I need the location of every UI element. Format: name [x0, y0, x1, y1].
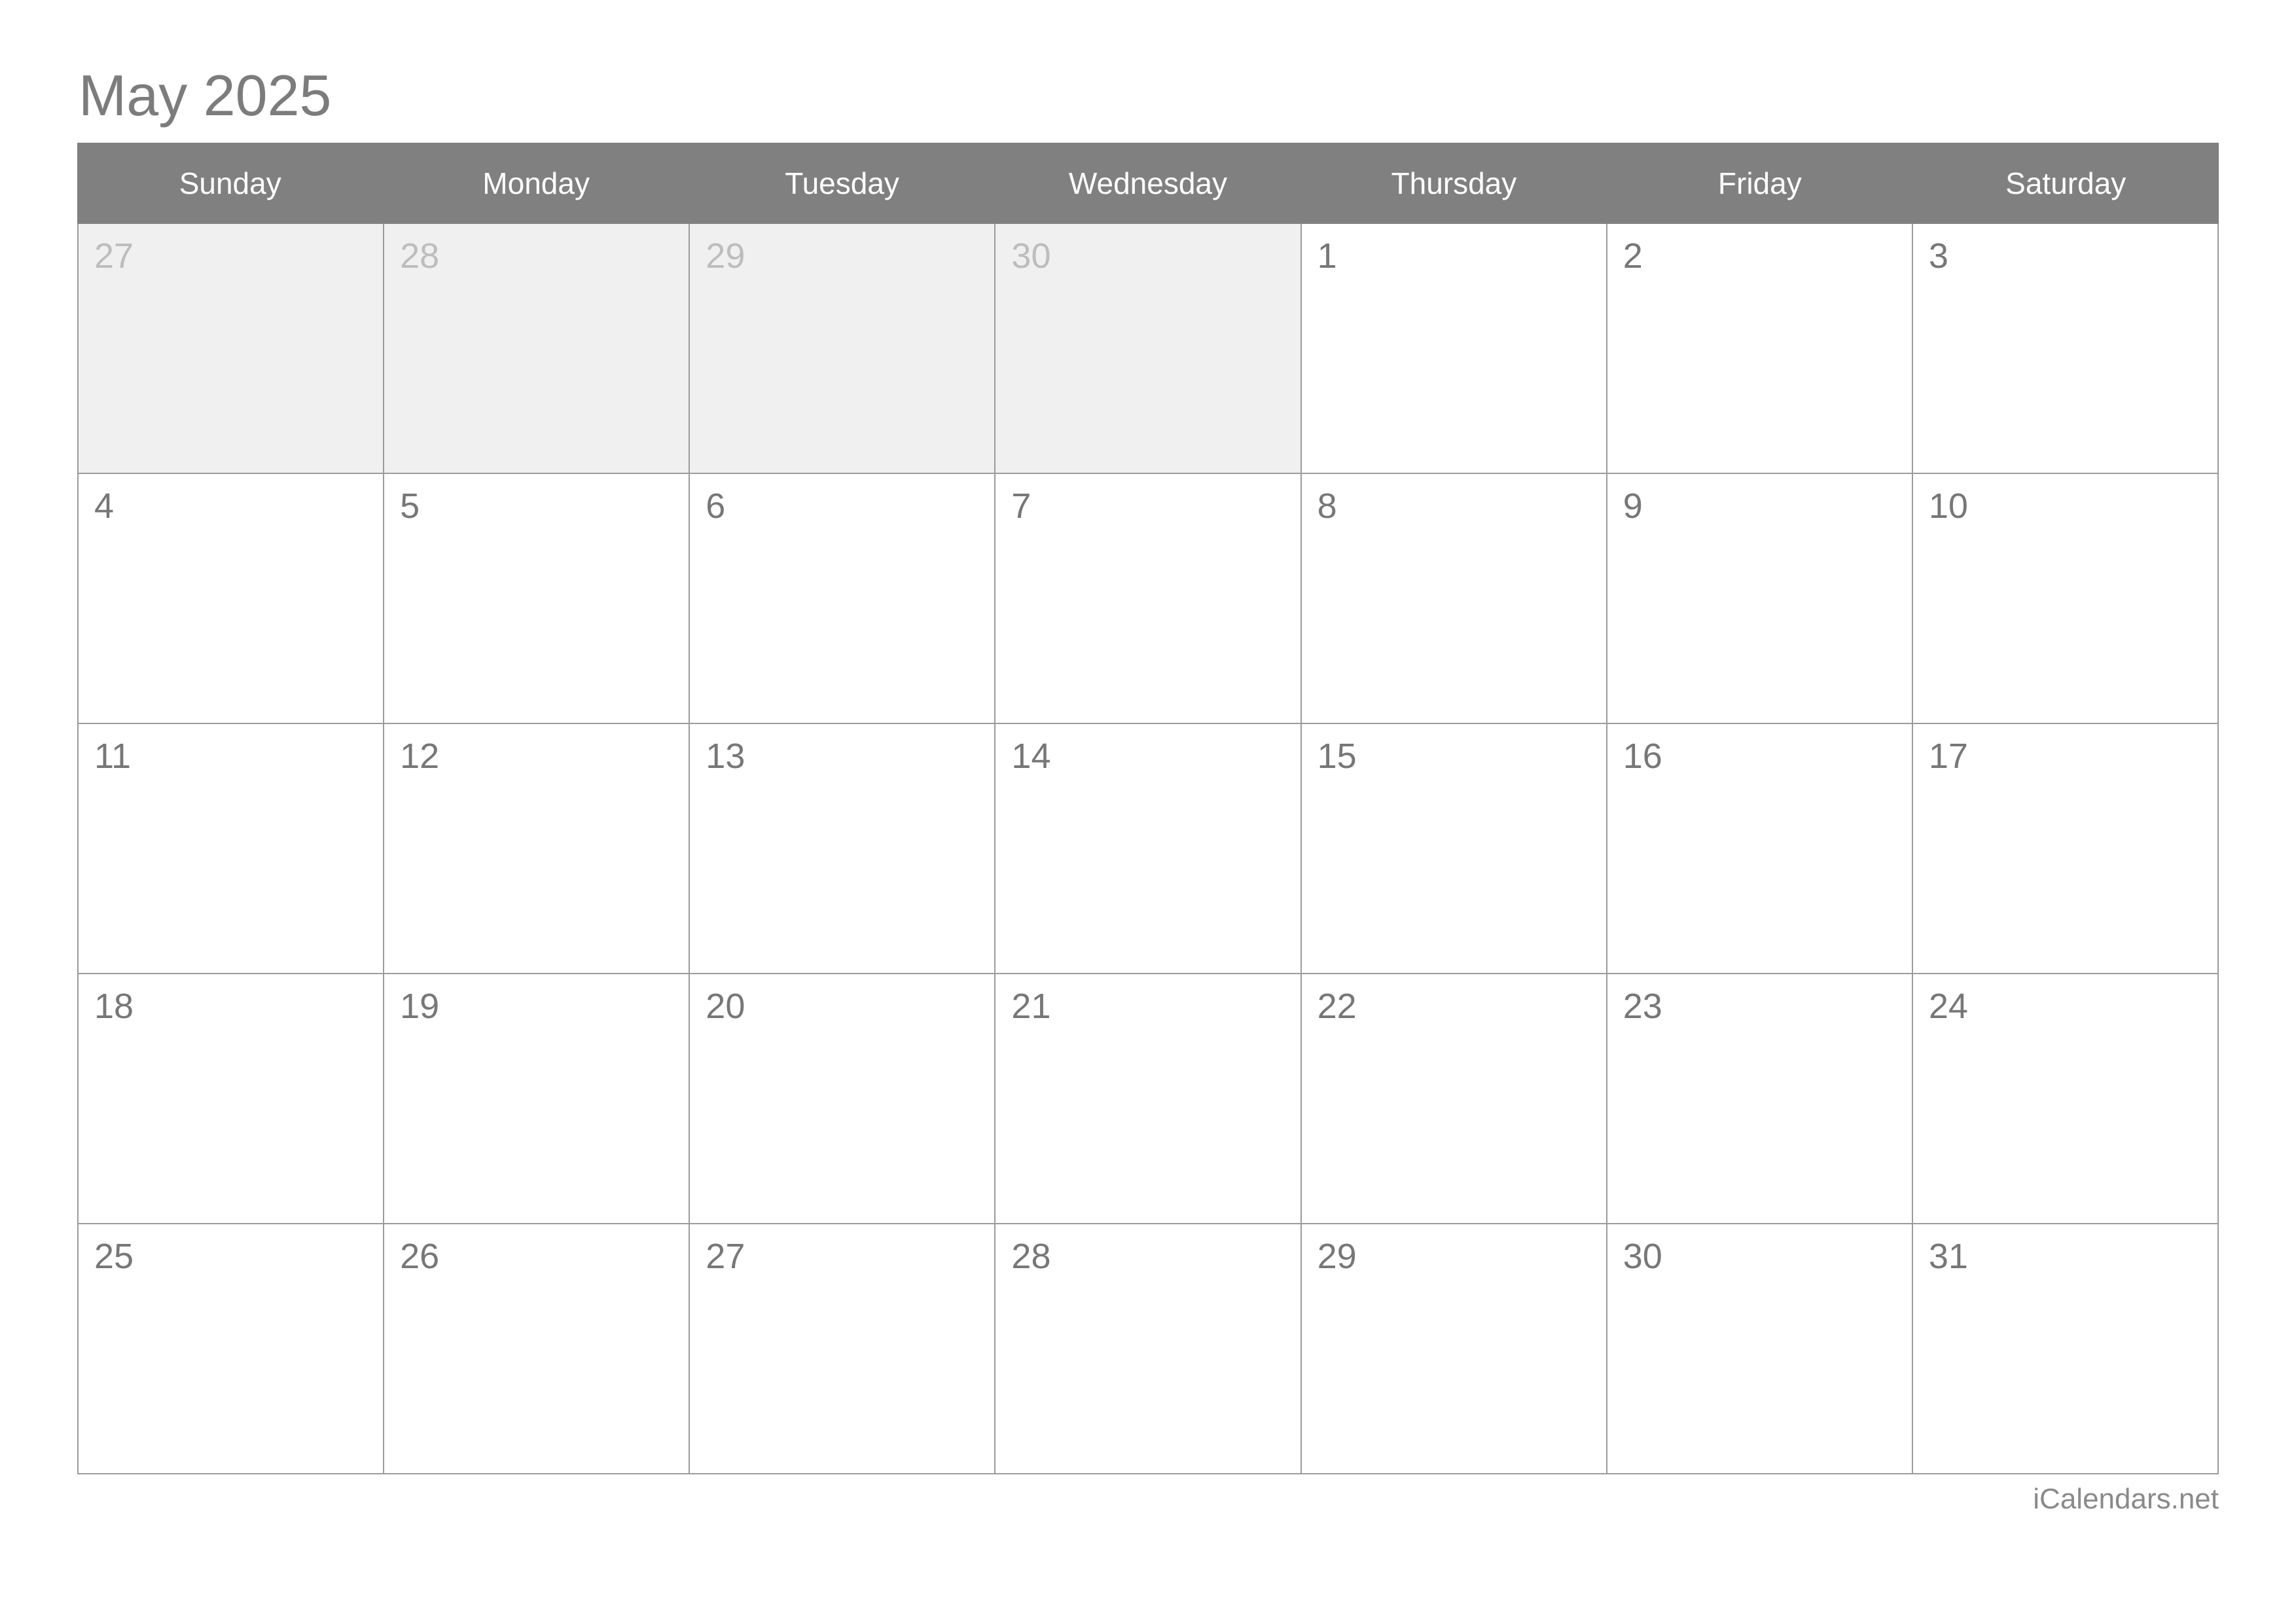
- day-number: 14: [1011, 737, 1051, 776]
- calendar-day-cell[interactable]: 16: [1607, 724, 1913, 973]
- day-number: 29: [706, 236, 745, 276]
- calendar-week-row: 11 12 13 14 15 16 17: [79, 724, 2217, 974]
- calendar-day-cell[interactable]: 13: [690, 724, 996, 973]
- weekday-header-monday: Monday: [482, 166, 590, 200]
- day-number: 12: [400, 737, 440, 776]
- calendar-day-cell[interactable]: 22: [1301, 974, 1607, 1223]
- day-number: 28: [400, 236, 440, 276]
- day-number: 7: [1011, 486, 1031, 526]
- calendar-day-cell[interactable]: 29: [1301, 1224, 1607, 1473]
- weekday-header-sunday: Sunday: [179, 166, 281, 200]
- calendar-grid: Sunday Monday Tuesday Wednesday Thursday Frid…: [77, 143, 2219, 1474]
- calendar-day-cell[interactable]: 27: [690, 1224, 996, 1473]
- day-number: 16: [1623, 737, 1662, 776]
- calendar-week-row: 18 19 20 21 22 23 24: [79, 974, 2217, 1224]
- calendar-day-cell[interactable]: 1: [1301, 224, 1607, 473]
- weekday-header-tuesday: Tuesday: [785, 166, 899, 200]
- weekday-header-row: Sunday Monday Tuesday Wednesday Thursday Frid…: [77, 143, 2219, 224]
- calendar-day-cell[interactable]: 20: [690, 974, 996, 1223]
- day-number: 30: [1011, 236, 1051, 276]
- day-number: 17: [1928, 737, 1968, 776]
- calendar-day-cell[interactable]: 19: [384, 974, 691, 1223]
- calendar-day-cell[interactable]: 10: [1912, 474, 2217, 723]
- day-number: 23: [1623, 987, 1662, 1026]
- calendar-day-cell[interactable]: 21: [996, 974, 1302, 1223]
- calendar-day-cell[interactable]: 23: [1607, 974, 1913, 1223]
- footer-attribution: iCalendars.net: [2033, 1483, 2219, 1515]
- calendar-day-cell[interactable]: 18: [79, 974, 385, 1223]
- weekday-header-thursday: Thursday: [1391, 166, 1517, 200]
- day-number: 31: [1928, 1237, 1968, 1276]
- calendar-day-cell[interactable]: 9: [1607, 474, 1913, 723]
- day-number: 5: [400, 486, 420, 526]
- day-number: 27: [706, 1237, 745, 1276]
- day-number: 26: [400, 1237, 440, 1276]
- day-number: 1: [1317, 236, 1337, 276]
- calendar-day-cell[interactable]: 30: [996, 224, 1302, 473]
- day-number: 22: [1317, 987, 1357, 1026]
- day-number: 4: [94, 486, 115, 526]
- day-number: 9: [1623, 486, 1643, 526]
- calendar-day-cell[interactable]: 12: [384, 724, 691, 973]
- weekday-header-friday: Friday: [1717, 166, 1802, 200]
- day-number: 11: [94, 737, 132, 776]
- day-number: 3: [1928, 236, 1948, 276]
- day-number: 19: [400, 987, 440, 1026]
- day-number: 20: [706, 987, 745, 1026]
- calendar-day-cell[interactable]: 8: [1301, 474, 1607, 723]
- calendar-day-cell[interactable]: 17: [1912, 724, 2217, 973]
- day-number: 30: [1623, 1237, 1662, 1276]
- calendar-page: May 2025 Sunday Monday Tuesday Wednesday Thu…: [0, 0, 2296, 1623]
- day-number: 13: [706, 737, 745, 776]
- weekday-header-wednesday: Wednesday: [1068, 166, 1228, 200]
- day-number: 24: [1928, 987, 1968, 1026]
- calendar-week-row: 4 5 6 7 8 9 10: [79, 474, 2217, 724]
- calendar-day-cell[interactable]: 6: [690, 474, 996, 723]
- day-number: 25: [94, 1237, 134, 1276]
- day-number: 6: [706, 486, 726, 526]
- calendar-day-cell[interactable]: 11: [79, 724, 385, 973]
- day-number: 2: [1623, 236, 1643, 276]
- day-number: 8: [1317, 486, 1337, 526]
- calendar-week-row: 27 28 29 30 1 2 3: [79, 224, 2217, 474]
- calendar-day-cell[interactable]: 2: [1607, 224, 1913, 473]
- calendar-day-cell[interactable]: 28: [384, 224, 691, 473]
- calendar-day-cell[interactable]: 25: [79, 1224, 385, 1473]
- day-number: 29: [1317, 1237, 1357, 1276]
- day-number: 15: [1317, 737, 1357, 776]
- page-title: May 2025: [79, 63, 332, 128]
- weekday-header-saturday: Saturday: [2005, 166, 2126, 200]
- day-number: 27: [94, 236, 134, 276]
- calendar-day-cell[interactable]: 4: [79, 474, 385, 723]
- calendar-day-cell[interactable]: 30: [1607, 1224, 1913, 1473]
- calendar-day-cell[interactable]: 3: [1912, 224, 2217, 473]
- calendar-week-row: 25 26 27 28 29 30 31: [79, 1224, 2217, 1473]
- calendar-day-cell[interactable]: 29: [690, 224, 996, 473]
- calendar-day-cell[interactable]: 5: [384, 474, 691, 723]
- calendar-day-cell[interactable]: 27: [79, 224, 385, 473]
- calendar-day-cell[interactable]: 15: [1301, 724, 1607, 973]
- calendar-day-cell[interactable]: 24: [1912, 974, 2217, 1223]
- calendar-day-cell[interactable]: 26: [384, 1224, 691, 1473]
- day-number: 10: [1928, 486, 1968, 526]
- day-number: 28: [1011, 1237, 1051, 1276]
- calendar-day-cell[interactable]: 28: [996, 1224, 1302, 1473]
- day-number: 18: [94, 987, 134, 1026]
- calendar-day-cell[interactable]: 7: [996, 474, 1302, 723]
- calendar-day-cell[interactable]: 31: [1912, 1224, 2217, 1473]
- day-number: 21: [1011, 987, 1051, 1026]
- calendar-weeks: 27 28 29 30 1 2 3 4 5 6 7 8 9 10 11 12 13 14 15 16 17 18 19 20 2…: [77, 224, 2219, 1474]
- calendar-day-cell[interactable]: 14: [996, 724, 1302, 973]
